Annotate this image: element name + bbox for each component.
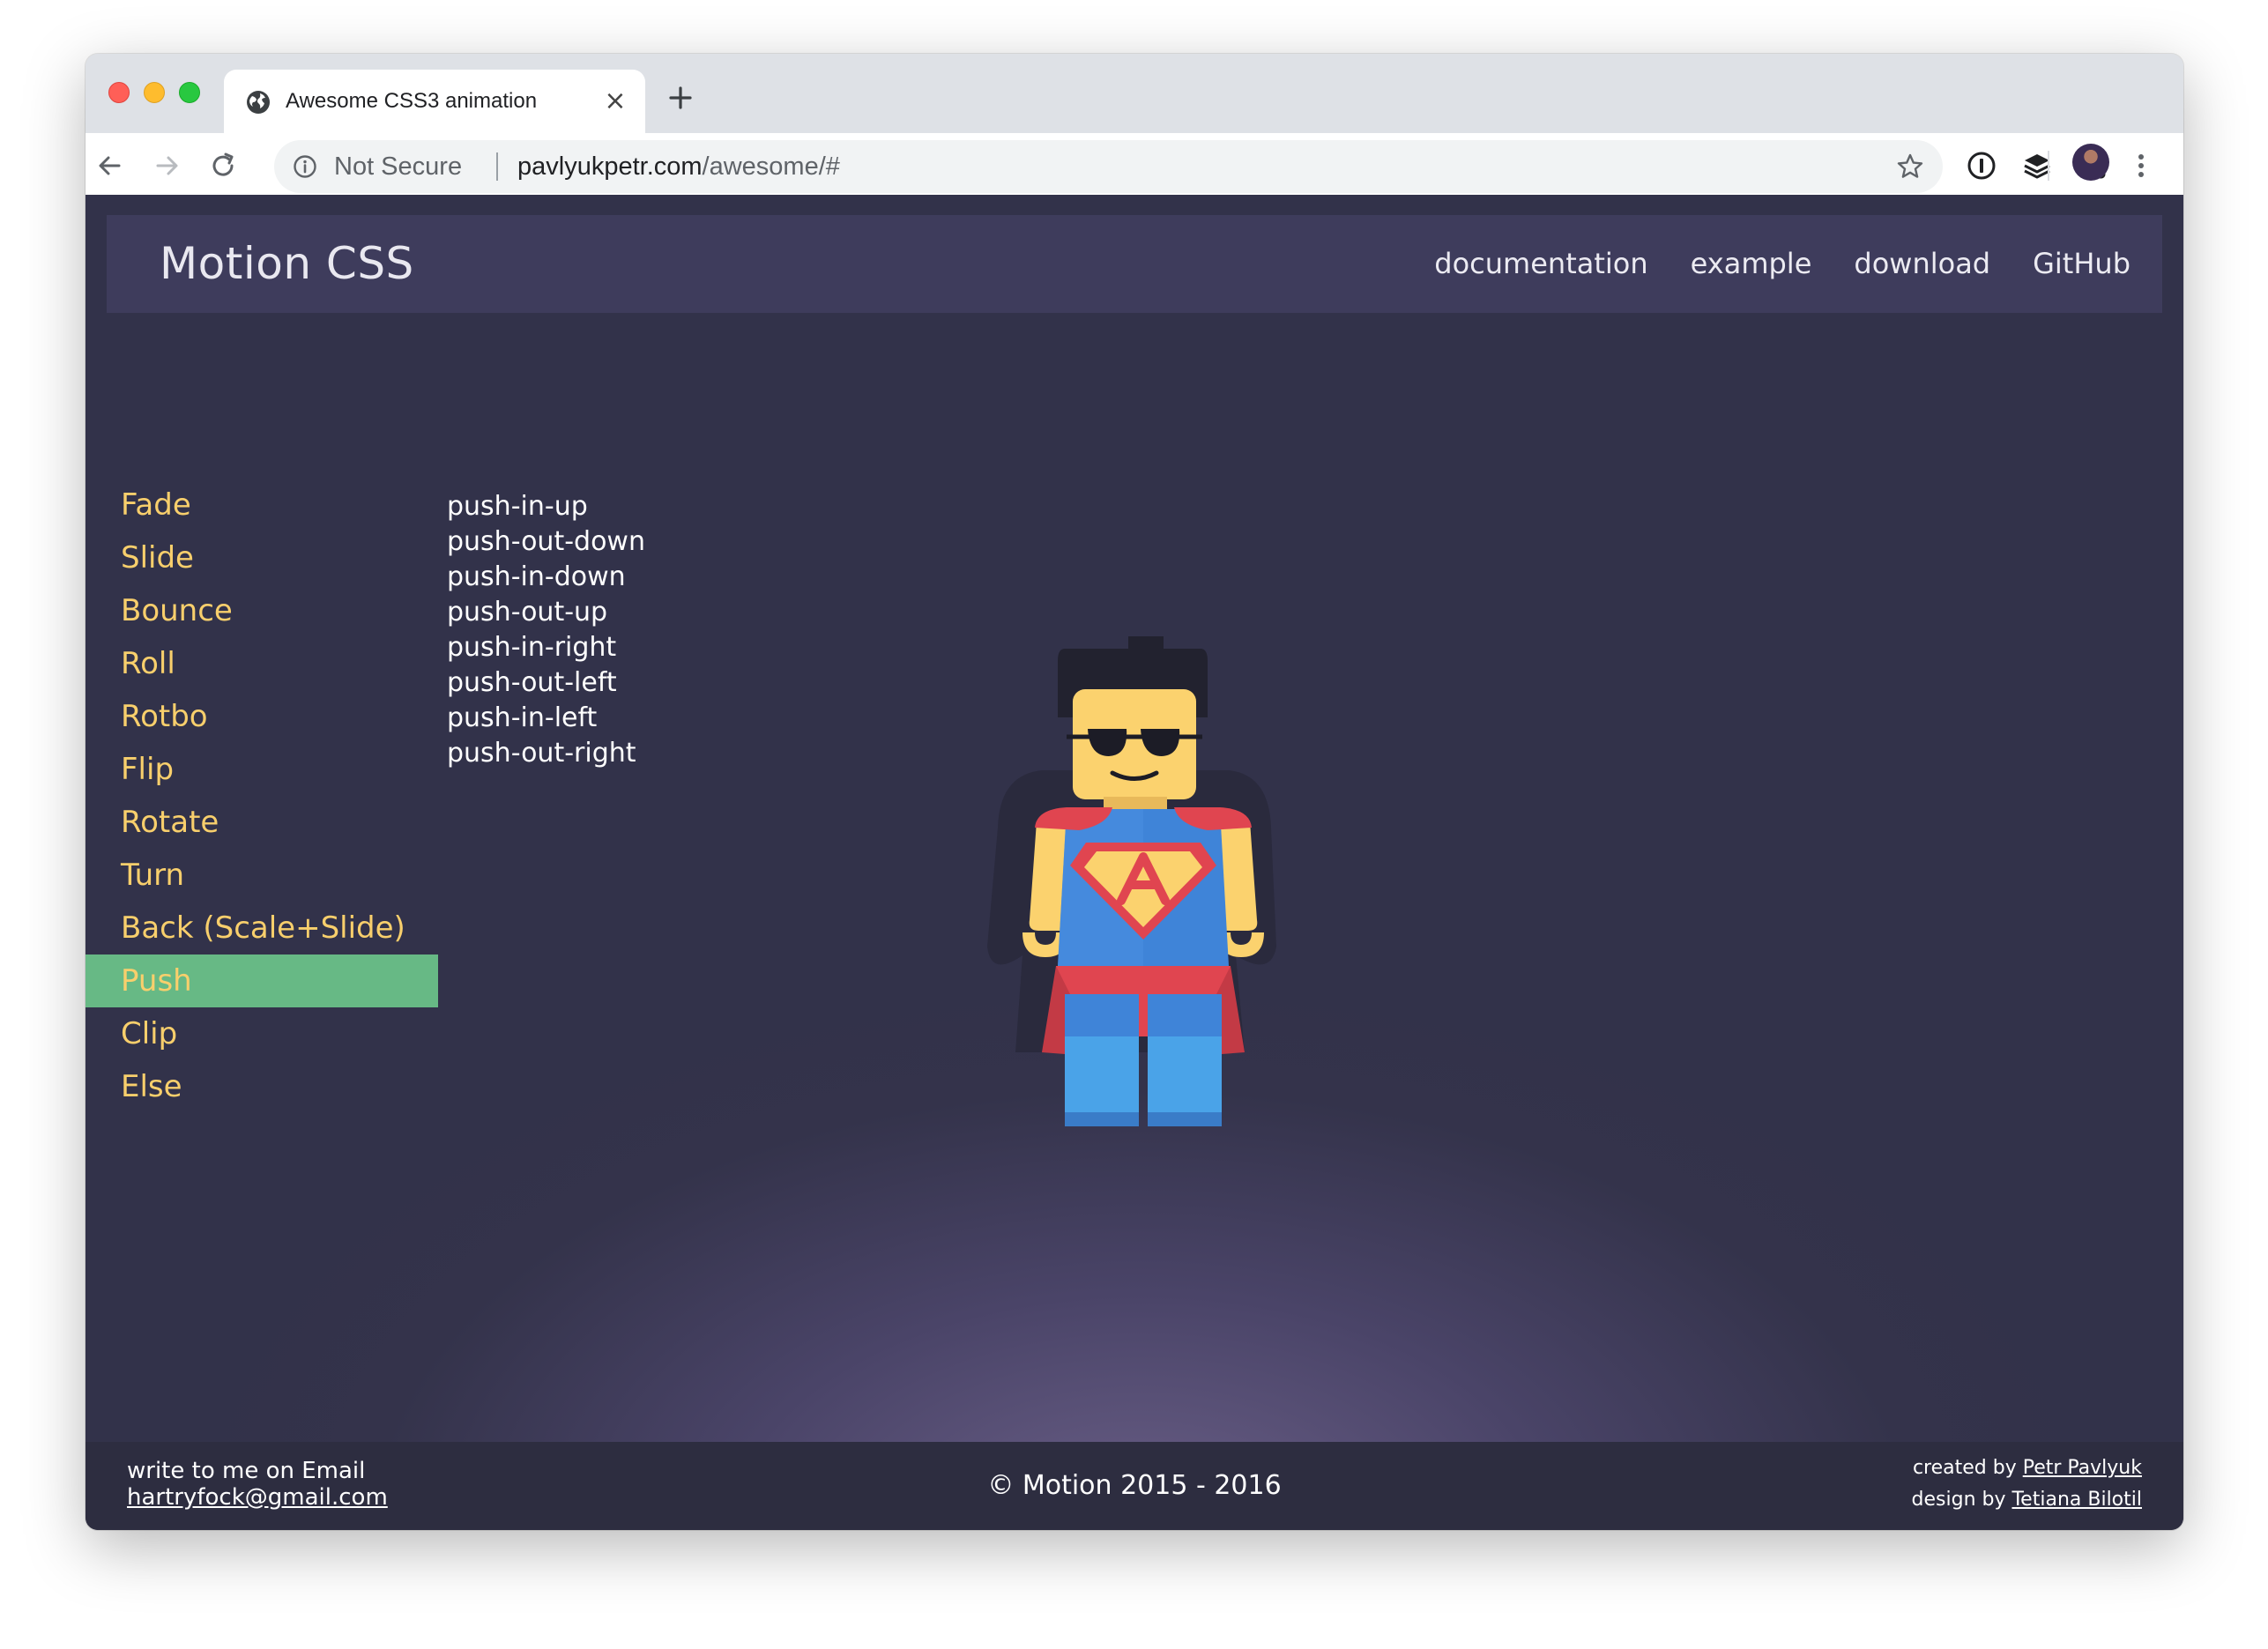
url-host: pavlyukpetr.com: [517, 152, 703, 181]
site-nav: documentation example download GitHub: [1434, 245, 2130, 282]
security-label[interactable]: Not Secure: [334, 151, 462, 182]
close-icon[interactable]: ×: [603, 88, 628, 115]
minimize-window-button[interactable]: [144, 82, 165, 103]
tab-title: Awesome CSS3 animation: [286, 89, 538, 113]
menu-item-back[interactable]: Back (Scale+Slide): [86, 902, 438, 954]
nav-example[interactable]: example: [1691, 245, 1812, 282]
active-tab[interactable]: Awesome CSS3 animation ×: [224, 70, 645, 133]
close-window-button[interactable]: [108, 82, 130, 103]
effect-push-in-down[interactable]: push-in-down: [447, 560, 645, 595]
effect-push-out-right[interactable]: push-out-right: [447, 736, 645, 771]
created-by-line: created by Petr Pavlyuk: [1912, 1452, 2142, 1484]
maximize-window-button[interactable]: [179, 82, 200, 103]
menu-item-flip[interactable]: Flip: [86, 743, 438, 796]
browser-window: Awesome CSS3 animation × Not Secure pavl: [86, 54, 2183, 1530]
forward-icon[interactable]: [147, 146, 186, 185]
footer-credits: created by Petr Pavlyuk design by Tetian…: [1912, 1452, 2142, 1516]
url-text[interactable]: pavlyukpetr.com/awesome/#: [517, 151, 840, 182]
site-brand[interactable]: Motion CSS: [160, 236, 414, 291]
nav-download[interactable]: download: [1854, 245, 1990, 282]
address-bar[interactable]: Not Secure pavlyukpetr.com/awesome/#: [274, 140, 1943, 193]
globe-icon: [247, 91, 270, 114]
kebab-menu-icon[interactable]: [2132, 146, 2150, 185]
design-by-line: design by Tetiana Bilotil: [1912, 1484, 2142, 1516]
menu-item-push[interactable]: Push: [86, 954, 438, 1007]
nav-github[interactable]: GitHub: [2033, 245, 2130, 282]
menu-item-turn[interactable]: Turn: [86, 849, 438, 902]
nav-documentation[interactable]: documentation: [1434, 245, 1647, 282]
menu-item-roll[interactable]: Roll: [86, 637, 438, 690]
site-navbar: Motion CSS documentation example downloa…: [107, 215, 2162, 313]
effect-push-out-down[interactable]: push-out-down: [447, 524, 645, 560]
toolbar-divider: [2048, 151, 2049, 181]
menu-item-fade[interactable]: Fade: [86, 479, 438, 531]
info-icon[interactable]: [292, 153, 318, 180]
reload-icon[interactable]: [204, 146, 242, 185]
author-link[interactable]: Petr Pavlyuk: [2023, 1457, 2142, 1479]
superhero-figure: [987, 636, 1276, 1126]
url-path: /awesome/#: [702, 152, 840, 181]
menu-item-slide[interactable]: Slide: [86, 531, 438, 584]
created-by-prefix: created by: [1912, 1457, 2023, 1479]
menu-item-rotbo[interactable]: Rotbo: [86, 690, 438, 743]
copyright: © Motion 2015 - 2016: [987, 1470, 1282, 1501]
effect-push-out-up[interactable]: push-out-up: [447, 595, 645, 630]
menu-item-clip[interactable]: Clip: [86, 1007, 438, 1060]
plus-icon[interactable]: [663, 80, 698, 115]
menu-item-bounce[interactable]: Bounce: [86, 584, 438, 637]
address-divider: [496, 152, 498, 181]
star-icon[interactable]: [1895, 152, 1925, 182]
profile-avatar[interactable]: [2072, 144, 2109, 181]
tab-strip: Awesome CSS3 animation ×: [86, 54, 2183, 133]
effect-list: push-in-up push-out-down push-in-down pu…: [447, 489, 645, 771]
menu-item-else[interactable]: Else: [86, 1060, 438, 1113]
menu-item-rotate[interactable]: Rotate: [86, 796, 438, 849]
effect-push-in-right[interactable]: push-in-right: [447, 630, 645, 665]
web-page: Motion CSS documentation example downloa…: [86, 195, 2183, 1530]
animation-category-menu: Fade Slide Bounce Roll Rotbo Flip Rotate…: [86, 479, 438, 1113]
back-icon[interactable]: [91, 146, 130, 185]
effect-push-in-up[interactable]: push-in-up: [447, 489, 645, 524]
effect-push-out-left[interactable]: push-out-left: [447, 665, 645, 701]
designer-link[interactable]: Tetiana Bilotil: [2011, 1489, 2142, 1511]
design-by-prefix: design by: [1911, 1489, 2012, 1511]
password-manager-icon[interactable]: [1964, 148, 1999, 183]
layers-icon[interactable]: [2019, 148, 2055, 183]
effect-push-in-left[interactable]: push-in-left: [447, 701, 645, 736]
site-footer: write to me on Email hartryfock@gmail.co…: [86, 1442, 2183, 1530]
